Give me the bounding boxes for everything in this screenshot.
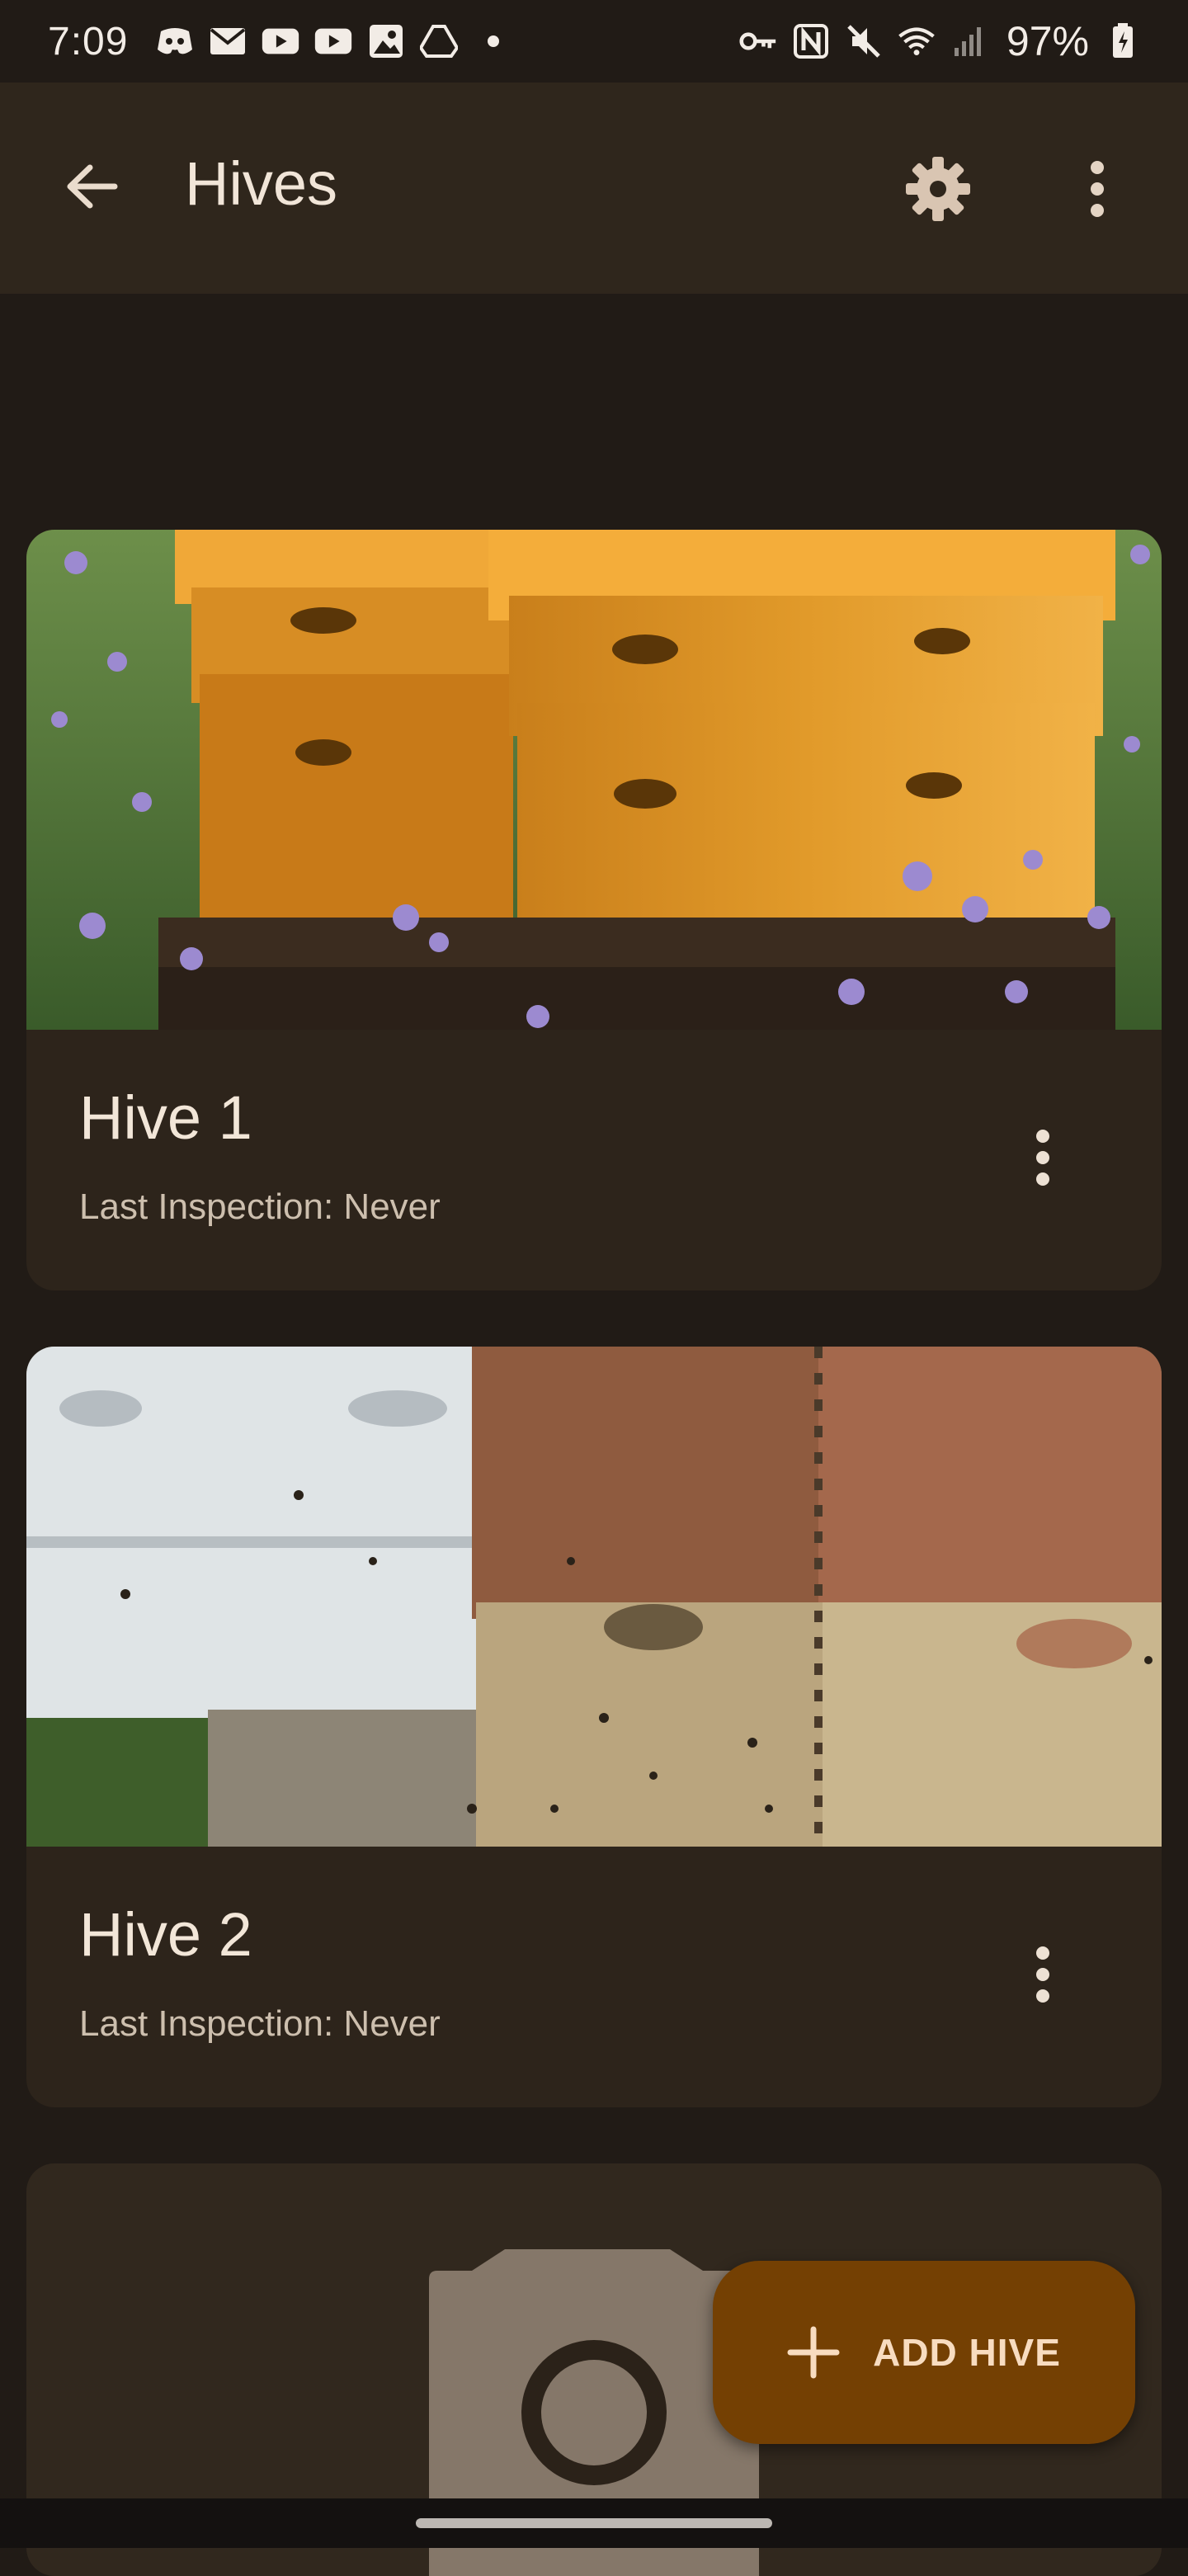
hive-card[interactable]: Hive 2 Last Inspection: Never: [26, 1347, 1162, 2107]
notification-dot: [488, 35, 500, 47]
page-title: Hives: [185, 149, 338, 218]
more-vert-icon: [1036, 1130, 1049, 1186]
hive-photo: [26, 530, 1162, 1030]
youtube-icon: [262, 22, 299, 60]
mute-icon: [845, 22, 883, 60]
hive-menu-button[interactable]: [1016, 1121, 1069, 1195]
vpn-key-icon: [739, 22, 777, 60]
overflow-menu-button[interactable]: [1064, 152, 1130, 226]
hive-photo: [26, 1347, 1162, 1847]
hive-name: Hive 1: [79, 1083, 252, 1152]
signal-icon: [950, 22, 988, 60]
home-gesture-handle[interactable]: [416, 2518, 772, 2528]
hive-card-body: Hive 1 Last Inspection: Never: [26, 1030, 1162, 1290]
plus-icon: [787, 2326, 840, 2379]
status-time: 7:09: [48, 19, 129, 64]
add-hive-label: ADD HIVE: [873, 2331, 1061, 2374]
last-inspection: Last Inspection: Never: [79, 2003, 441, 2044]
drive-icon: [420, 22, 459, 60]
more-vert-icon: [1091, 161, 1104, 217]
mail-icon: [209, 22, 247, 60]
photos-icon: [367, 22, 405, 60]
gear-icon: [906, 157, 970, 221]
navigation-bar: [0, 2498, 1188, 2548]
hive-card-body: Hive 2 Last Inspection: Never: [26, 1847, 1162, 2107]
status-bar: 7:09 97%: [0, 0, 1188, 83]
hive-card[interactable]: Hive 1 Last Inspection: Never: [26, 530, 1162, 1290]
app-bar: Hives: [0, 83, 1188, 294]
battery-percentage: 97%: [1006, 18, 1089, 64]
battery-charging-icon: [1104, 22, 1142, 60]
last-inspection: Last Inspection: Never: [79, 1187, 441, 1227]
arrow-back-icon: [67, 164, 118, 209]
settings-button[interactable]: [901, 152, 975, 226]
add-hive-button[interactable]: ADD HIVE: [713, 2261, 1135, 2444]
youtube-icon: [314, 22, 352, 60]
wifi-icon: [898, 22, 936, 60]
back-button[interactable]: [59, 153, 125, 219]
nfc-icon: [792, 22, 830, 60]
more-vert-icon: [1036, 1946, 1049, 2003]
hive-name: Hive 2: [79, 1900, 252, 1969]
hive-menu-button[interactable]: [1016, 1937, 1069, 2012]
discord-icon: [156, 22, 194, 60]
